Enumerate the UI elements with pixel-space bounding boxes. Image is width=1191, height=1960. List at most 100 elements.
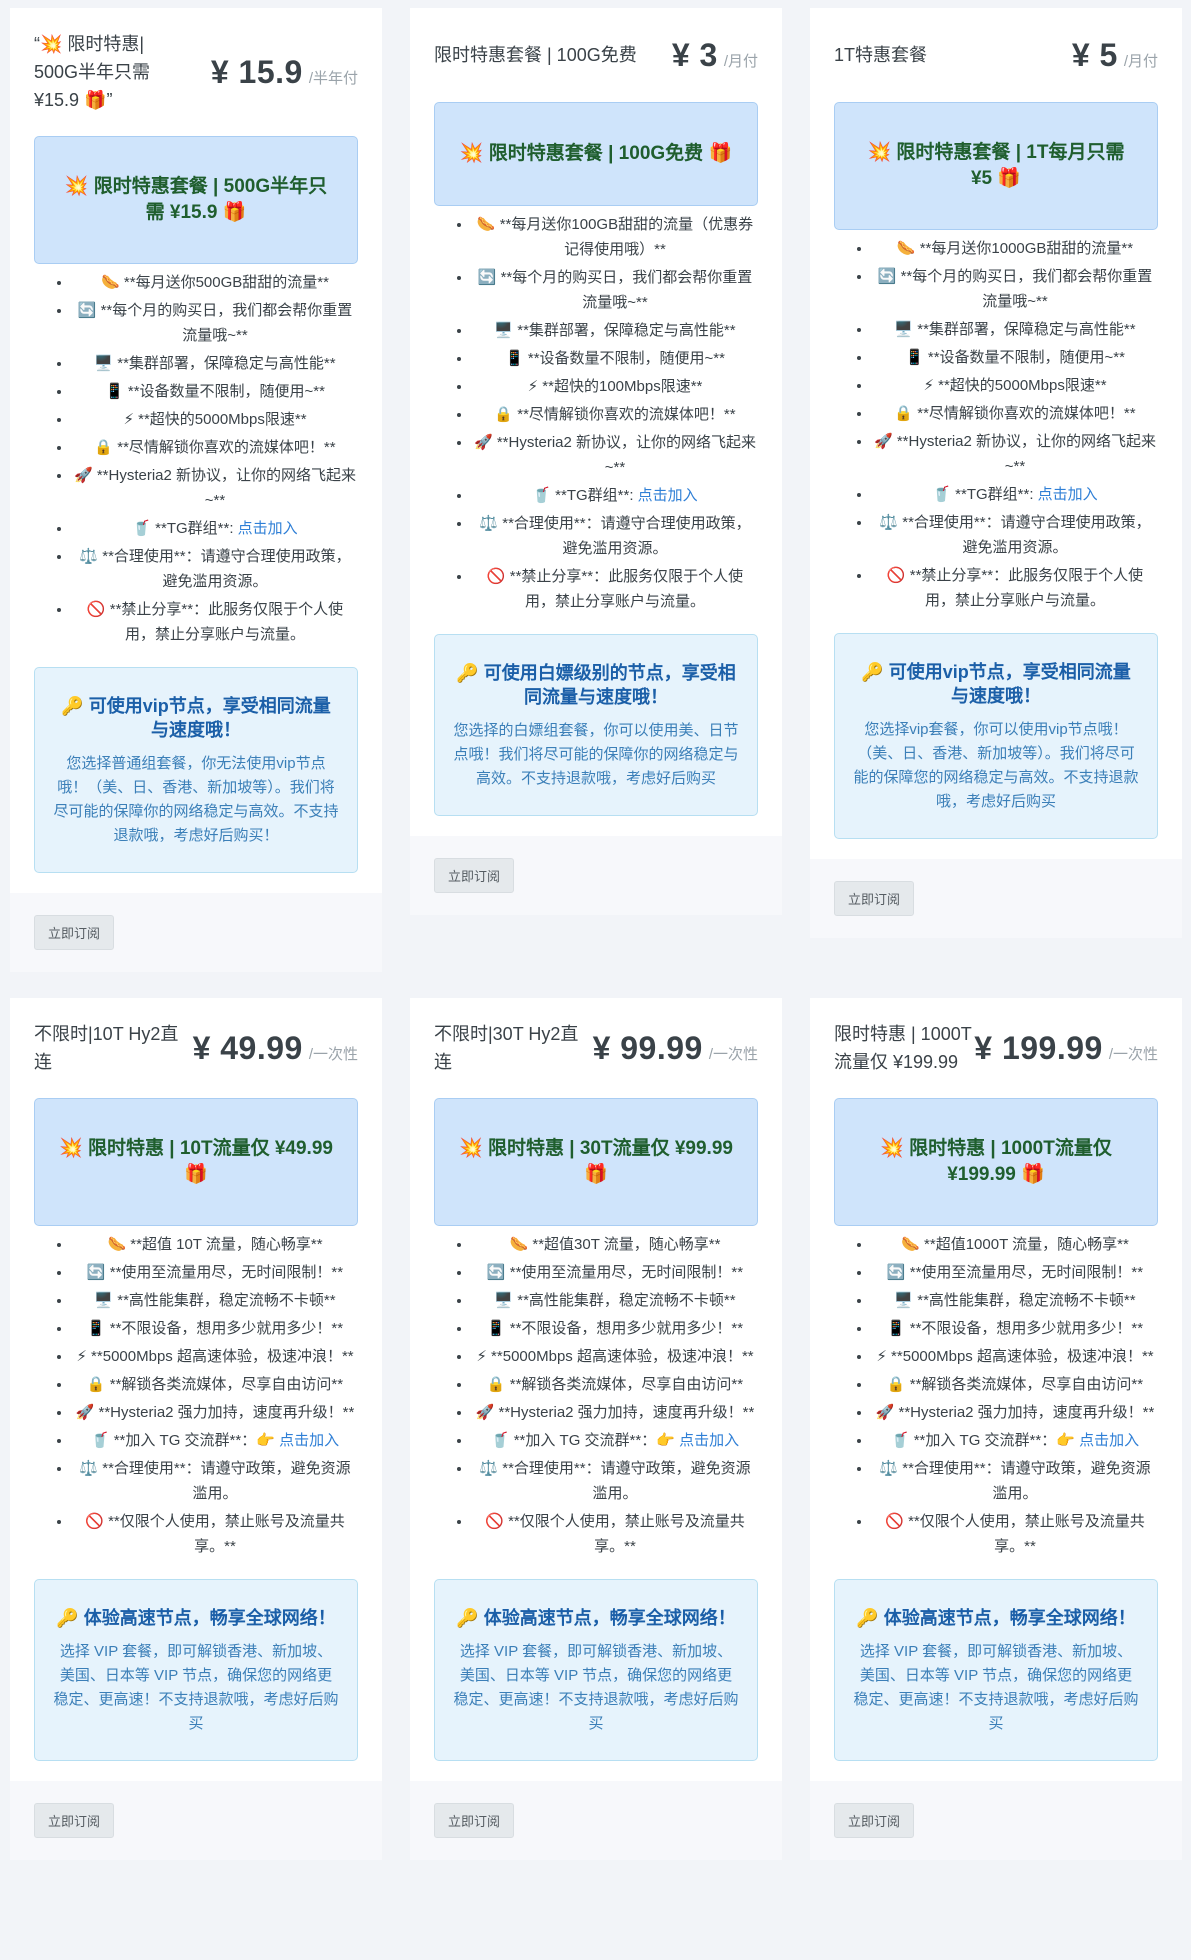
feature-item: 🌭 **超值 10T 流量，随心畅享**: [72, 1232, 358, 1257]
feature-item: 🔄 **每个月的购买日，我们都会帮你重置流量哦~**: [872, 264, 1158, 314]
feature-item-tg: 🥤 **加入 TG 交流群**：👉 点击加入: [872, 1428, 1158, 1453]
feature-list: 🌭 **超值 10T 流量，随心畅享** 🔄 **使用至流量用尽，无时间限制！*…: [34, 1232, 358, 1559]
feature-item: 🔄 **每个月的购买日，我们都会帮你重置流量哦~**: [72, 298, 358, 348]
feature-item: ⚡ **5000Mbps 超高速体验，极速冲浪！**: [72, 1344, 358, 1369]
plan-card: 限时特惠套餐 | 100G免费 ¥ 3 /月付 💥 限时特惠套餐 | 100G免…: [410, 8, 782, 915]
plan-price: ¥ 3 /月付: [672, 37, 758, 74]
promo-text: 💥 限时特惠套餐 | 500G半年只需 ¥15.9 🎁: [64, 176, 328, 223]
plan-card-body: 不限时|30T Hy2直连 ¥ 99.99 /一次性 💥 限时特惠 | 30T流…: [410, 998, 782, 1781]
feature-item: 🚀 **Hysteria2 新协议，让你的网络飞起来~**: [872, 429, 1158, 479]
feature-item: ⚡ **超快的5000Mbps限速**: [72, 407, 358, 432]
feature-item-tg: 🥤 **TG群组**: 点击加入: [872, 482, 1158, 507]
plan-title: 不限时|10T Hy2直连: [34, 1024, 179, 1072]
price-amount: ¥ 99.99: [592, 1029, 703, 1066]
plan-price: ¥ 49.99 /一次性: [193, 1030, 358, 1067]
join-link[interactable]: 点击加入: [638, 487, 698, 504]
vip-description: 您选择vip套餐，你可以使用vip节点哦！（美、日、香港、新加坡等）。我们将尽可…: [853, 721, 1139, 810]
feature-list: 🌭 **超值1000T 流量，随心畅享** 🔄 **使用至流量用尽，无时间限制！…: [834, 1232, 1158, 1559]
feature-item: 🚀 **Hysteria2 强力加持，速度再升级！**: [872, 1400, 1158, 1425]
feature-item: ⚖️ **合理使用**：请遵守合理使用政策，避免滥用资源。: [472, 511, 758, 561]
feature-item: ⚡ **超快的5000Mbps限速**: [872, 373, 1158, 398]
feature-item: 🔄 **使用至流量用尽，无时间限制！**: [472, 1260, 758, 1285]
vip-title: 🔑 可使用白嫖级别的节点，享受相同流量与速度哦！: [456, 663, 736, 707]
plan-title: 限时特惠套餐 | 100G免费: [434, 45, 637, 65]
vip-box: 🔑 可使用白嫖级别的节点，享受相同流量与速度哦！ 您选择的白嫖组套餐，你可以使用…: [434, 634, 758, 816]
feature-item: ⚖️ **合理使用**：请遵守政策，避免资源滥用。: [872, 1456, 1158, 1506]
plan-card: “💥 限时特惠| 500G半年只需 ¥15.9 🎁” ¥ 15.9 /半年付 💥…: [10, 8, 382, 972]
join-link[interactable]: 点击加入: [1079, 1432, 1139, 1449]
plan-footer: 立即订阅: [810, 859, 1182, 938]
join-link[interactable]: 点击加入: [679, 1432, 739, 1449]
plan-price: ¥ 199.99 /一次性: [974, 1030, 1158, 1067]
feature-item: 🔒 **解锁各类流媒体，尽享自由访问**: [872, 1372, 1158, 1397]
feature-text: 🥤 **TG群组**:: [132, 520, 238, 537]
plan-card-body: “💥 限时特惠| 500G半年只需 ¥15.9 🎁” ¥ 15.9 /半年付 💥…: [10, 8, 382, 893]
feature-item-tg: 🥤 **加入 TG 交流群**：👉 点击加入: [72, 1428, 358, 1453]
promo-text: 💥 限时特惠套餐 | 1T每月只需 ¥5 🎁: [867, 142, 1125, 189]
vip-description: 选择 VIP 套餐，即可解锁香港、新加坡、美国、日本等 VIP 节点，确保您的网…: [53, 1643, 339, 1732]
plan-card-body: 限时特惠套餐 | 100G免费 ¥ 3 /月付 💥 限时特惠套餐 | 100G免…: [410, 8, 782, 836]
subscribe-button[interactable]: 立即订阅: [34, 915, 115, 950]
subscribe-button[interactable]: 立即订阅: [834, 1803, 915, 1838]
feature-item: 🚫 **仅限个人使用，禁止账号及流量共享。**: [72, 1509, 358, 1559]
plan-title: 限时特惠 | 1000T流量仅 ¥199.99: [834, 1024, 972, 1072]
price-period: /一次性: [708, 1045, 758, 1063]
feature-item: 🔄 **每个月的购买日，我们都会帮你重置流量哦~**: [472, 265, 758, 315]
plan-price: ¥ 99.99 /一次性: [593, 1030, 758, 1067]
feature-text: 🥤 **加入 TG 交流群**：👉: [490, 1432, 680, 1449]
feature-item: 🖥️ **集群部署，保障稳定与高性能**: [472, 318, 758, 343]
plan-footer: 立即订阅: [810, 1781, 1182, 1860]
subscribe-button[interactable]: 立即订阅: [434, 858, 515, 893]
plan-card-body: 1T特惠套餐 ¥ 5 /月付 💥 限时特惠套餐 | 1T每月只需 ¥5 🎁 🌭 …: [810, 8, 1182, 859]
feature-item: 🌭 **超值1000T 流量，随心畅享**: [872, 1232, 1158, 1257]
vip-box: 🔑 体验高速节点，畅享全球网络！ 选择 VIP 套餐，即可解锁香港、新加坡、美国…: [34, 1579, 358, 1761]
price-period: /一次性: [308, 1045, 358, 1063]
join-link[interactable]: 点击加入: [1038, 486, 1098, 503]
feature-list: 🌭 **每月送你500GB甜甜的流量** 🔄 **每个月的购买日，我们都会帮你重…: [34, 270, 358, 647]
promo-banner: 💥 限时特惠套餐 | 100G免费 🎁: [434, 102, 758, 206]
plan-card-body: 限时特惠 | 1000T流量仅 ¥199.99 ¥ 199.99 /一次性 💥 …: [810, 998, 1182, 1781]
feature-text: 🥤 **TG群组**:: [532, 487, 638, 504]
feature-item-tg: 🥤 **TG群组**: 点击加入: [72, 516, 358, 541]
promo-text: 💥 限时特惠 | 10T流量仅 ¥49.99 🎁: [59, 1138, 333, 1185]
feature-item: 🚫 **禁止分享**：此服务仅限于个人使用，禁止分享账户与流量。: [72, 597, 358, 647]
feature-item: 🌭 **每月送你100GB甜甜的流量（优惠券记得使用哦）**: [472, 212, 758, 262]
feature-item: 🖥️ **高性能集群，稳定流畅不卡顿**: [872, 1288, 1158, 1313]
promo-text: 💥 限时特惠套餐 | 100G免费 🎁: [459, 143, 733, 164]
subscribe-button[interactable]: 立即订阅: [834, 881, 915, 916]
feature-item: 🖥️ **高性能集群，稳定流畅不卡顿**: [472, 1288, 758, 1313]
feature-item: 📱 **设备数量不限制，随便用~**: [472, 346, 758, 371]
vip-box: 🔑 体验高速节点，畅享全球网络！ 选择 VIP 套餐，即可解锁香港、新加坡、美国…: [834, 1579, 1158, 1761]
price-period: /一次性: [1108, 1045, 1158, 1063]
price-amount: ¥ 3: [671, 36, 718, 73]
plan-header: 不限时|10T Hy2直连 ¥ 49.99 /一次性: [34, 1020, 358, 1076]
promo-banner: 💥 限时特惠 | 10T流量仅 ¥49.99 🎁: [34, 1098, 358, 1226]
subscribe-button[interactable]: 立即订阅: [34, 1803, 115, 1838]
feature-item: 🚫 **仅限个人使用，禁止账号及流量共享。**: [472, 1509, 758, 1559]
feature-item: 🔒 **尽情解锁你喜欢的流媒体吧！**: [72, 435, 358, 460]
join-link[interactable]: 点击加入: [238, 520, 298, 537]
promo-banner: 💥 限时特惠套餐 | 500G半年只需 ¥15.9 🎁: [34, 136, 358, 264]
join-link[interactable]: 点击加入: [279, 1432, 339, 1449]
feature-item: 🖥️ **高性能集群，稳定流畅不卡顿**: [72, 1288, 358, 1313]
price-period: /月付: [1123, 52, 1158, 70]
price-amount: ¥ 5: [1071, 36, 1118, 73]
price-period: /半年付: [308, 69, 358, 87]
feature-item: 📱 **不限设备，想用多少就用多少！**: [472, 1316, 758, 1341]
feature-list: 🌭 **每月送你1000GB甜甜的流量** 🔄 **每个月的购买日，我们都会帮你…: [834, 236, 1158, 613]
vip-description: 选择 VIP 套餐，即可解锁香港、新加坡、美国、日本等 VIP 节点，确保您的网…: [453, 1643, 739, 1732]
feature-item: ⚡ **超快的100Mbps限速**: [472, 374, 758, 399]
vip-title: 🔑 体验高速节点，畅享全球网络！: [456, 1608, 736, 1628]
plan-title: 1T特惠套餐: [834, 45, 928, 65]
plan-header: “💥 限时特惠| 500G半年只需 ¥15.9 🎁” ¥ 15.9 /半年付: [34, 30, 358, 114]
plan-header: 限时特惠套餐 | 100G免费 ¥ 3 /月付: [434, 30, 758, 80]
vip-box: 🔑 可使用vip节点，享受相同流量与速度哦！ 您选择普通组套餐，你无法使用vip…: [34, 667, 358, 873]
feature-item: 🌭 **每月送你1000GB甜甜的流量**: [872, 236, 1158, 261]
feature-item: ⚡ **5000Mbps 超高速体验，极速冲浪！**: [472, 1344, 758, 1369]
feature-item: ⚖️ **合理使用**：请遵守合理使用政策，避免滥用资源。: [872, 510, 1158, 560]
vip-box: 🔑 体验高速节点，畅享全球网络！ 选择 VIP 套餐，即可解锁香港、新加坡、美国…: [434, 1579, 758, 1761]
plan-header: 不限时|30T Hy2直连 ¥ 99.99 /一次性: [434, 1020, 758, 1076]
subscribe-button[interactable]: 立即订阅: [434, 1803, 515, 1838]
vip-description: 您选择普通组套餐，你无法使用vip节点哦！（美、日、香港、新加坡等）。我们将尽可…: [53, 755, 339, 844]
feature-item: ⚖️ **合理使用**：请遵守合理使用政策，避免滥用资源。: [72, 544, 358, 594]
